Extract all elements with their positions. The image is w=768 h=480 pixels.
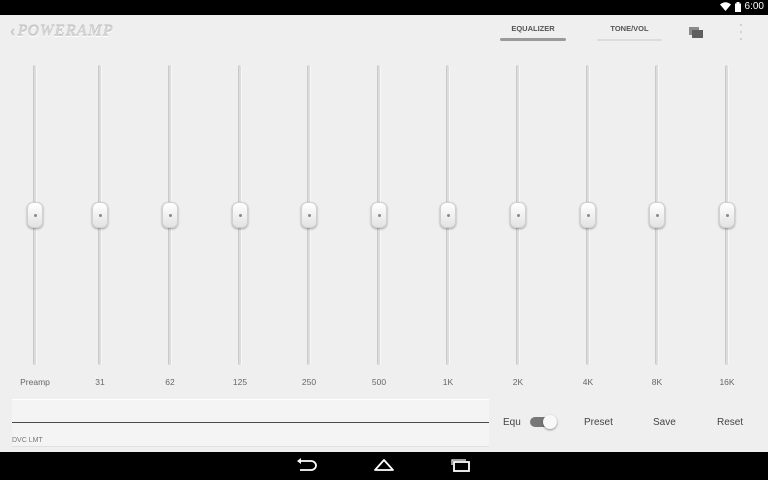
toggle-knob — [543, 415, 557, 429]
tab-equalizer-label: EQUALIZER — [511, 24, 555, 33]
save-button[interactable]: Save — [653, 417, 676, 428]
eq-slider[interactable] — [25, 65, 45, 365]
equ-toggle[interactable] — [530, 415, 557, 429]
status-time: 6:00 — [744, 1, 764, 12]
dvc-level-line — [12, 422, 489, 423]
home-icon[interactable] — [373, 458, 395, 472]
eq-slider[interactable] — [717, 65, 737, 365]
reset-button[interactable]: Reset — [717, 417, 743, 428]
eq-slider[interactable] — [369, 65, 389, 365]
band-label: Preamp — [20, 377, 50, 387]
slider-thumb[interactable] — [162, 202, 178, 228]
back-icon[interactable] — [296, 458, 318, 472]
eq-slider[interactable] — [508, 65, 528, 365]
app-back-button[interactable]: ‹ POWERAMP — [10, 23, 113, 41]
slider-thumb[interactable] — [371, 202, 387, 228]
slider-thumb[interactable] — [580, 202, 596, 228]
eq-slider[interactable] — [578, 65, 598, 365]
tab-tone-vol-label: TONE/VOL — [610, 24, 649, 33]
tab-indicator — [597, 39, 662, 41]
slider-thumb[interactable] — [27, 202, 43, 228]
eq-slider[interactable] — [230, 65, 250, 365]
dvc-label: DVC LMT — [12, 437, 43, 444]
preset-button[interactable]: Preset — [584, 417, 613, 428]
eq-slider[interactable] — [299, 65, 319, 365]
equalizer-screen: ‹ POWERAMP EQUALIZER TONE/VOL Preamp 31 62… — [0, 15, 768, 452]
eq-slider[interactable] — [647, 65, 667, 365]
eq-slider[interactable] — [160, 65, 180, 365]
battery-icon — [734, 1, 741, 12]
eq-slider[interactable] — [90, 65, 110, 365]
slider-thumb[interactable] — [649, 202, 665, 228]
slider-thumb[interactable] — [301, 202, 317, 228]
folder-icon[interactable] — [689, 27, 703, 38]
band-label: 1K — [442, 377, 454, 387]
band-label: 31 — [95, 377, 105, 387]
band-label: 4K — [582, 377, 594, 387]
band-label: 125 — [232, 377, 248, 387]
tab-tone-vol[interactable]: TONE/VOL — [597, 23, 662, 41]
slider-thumb[interactable] — [232, 202, 248, 228]
band-label: 250 — [301, 377, 317, 387]
band-label: 8K — [651, 377, 663, 387]
top-bar: ‹ POWERAMP EQUALIZER TONE/VOL — [0, 15, 768, 49]
dvc-limiter-panel: DVC LMT — [12, 399, 489, 447]
slider-thumb[interactable] — [719, 202, 735, 228]
more-vert-icon[interactable] — [738, 24, 744, 40]
band-label: 62 — [165, 377, 175, 387]
slider-thumb[interactable] — [440, 202, 456, 228]
back-chevron-icon: ‹ — [10, 23, 16, 40]
recents-icon[interactable] — [450, 458, 472, 472]
status-icons: 6:00 — [719, 1, 764, 12]
eq-slider[interactable] — [438, 65, 458, 365]
app-logo: POWERAMP — [17, 23, 113, 40]
status-bar: 6:00 — [0, 0, 768, 15]
navigation-bar — [0, 452, 768, 480]
wifi-icon — [719, 2, 731, 11]
tab-active-indicator — [500, 38, 566, 41]
band-label: 16K — [719, 377, 735, 387]
slider-thumb[interactable] — [92, 202, 108, 228]
tab-equalizer[interactable]: EQUALIZER — [500, 23, 566, 41]
band-label: 500 — [371, 377, 387, 387]
equ-label: Equ — [503, 417, 521, 428]
slider-thumb[interactable] — [510, 202, 526, 228]
band-label: 2K — [512, 377, 524, 387]
